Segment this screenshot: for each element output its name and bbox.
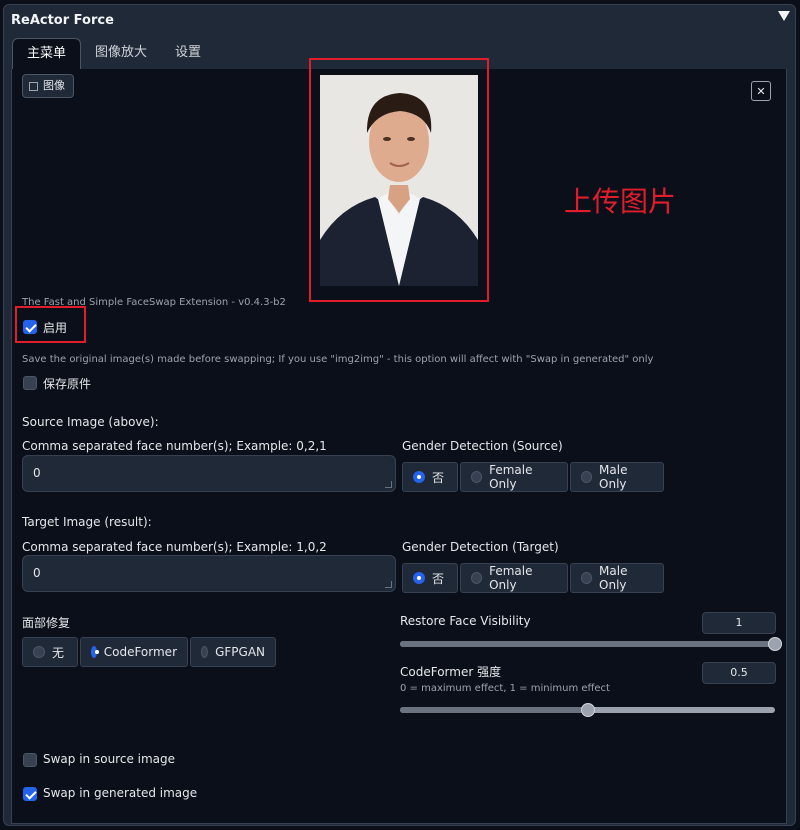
source-faces-label: Comma separated face number(s); Example:… (22, 439, 327, 453)
face-restore-option-none[interactable]: 无 (22, 637, 78, 667)
codeformer-weight-label: CodeFormer 强度 (400, 665, 502, 679)
codeformer-weight-slider[interactable] (400, 703, 775, 717)
target-gender-label: Gender Detection (Target) (402, 540, 559, 554)
target-faces-label: Comma separated face number(s); Example:… (22, 540, 327, 554)
tab-settings[interactable]: 设置 (161, 38, 215, 70)
radio-dot-icon (413, 572, 425, 584)
radio-dot-icon (581, 471, 593, 483)
codeformer-weight-hint: 0 = maximum effect, 1 = minimum effect (400, 683, 610, 694)
restore-visibility-label: Restore Face Visibility (400, 614, 531, 628)
collapse-icon[interactable] (778, 11, 790, 21)
option-label: GFPGAN (215, 645, 265, 659)
tab-upscale[interactable]: 图像放大 (81, 38, 161, 70)
image-icon (29, 81, 38, 91)
target-gender-option-male[interactable]: Male Only (570, 563, 664, 593)
panel-title: ReActor Force (11, 13, 114, 28)
codeformer-weight-input[interactable]: 0.5 (702, 662, 776, 684)
clear-image-button[interactable]: ✕ (751, 81, 771, 101)
swap-generated-label: Swap in generated image (43, 786, 198, 800)
option-label: 否 (432, 470, 445, 485)
source-heading: Source Image (above): (22, 415, 159, 429)
source-faces-value: 0 (33, 466, 41, 480)
image-label-text: 图像 (43, 79, 65, 92)
restore-visibility-slider[interactable] (400, 637, 782, 651)
swap-source-checkbox[interactable] (23, 753, 37, 767)
save-original-label: 保存原件 (43, 377, 92, 391)
swap-generated-checkbox[interactable] (23, 787, 37, 801)
option-label: Female Only (489, 463, 533, 491)
resize-grip-icon[interactable] (385, 581, 392, 588)
radio-dot-icon (471, 572, 483, 584)
face-restore-label: 面部修复 (22, 616, 71, 630)
source-gender-label: Gender Detection (Source) (402, 439, 563, 453)
radio-dot-icon (91, 646, 99, 658)
resize-grip-icon[interactable] (385, 481, 392, 488)
source-gender-radio-group: 否 Female Only Male Only (402, 462, 666, 492)
radio-dot-icon (413, 471, 425, 483)
option-label: 无 (52, 645, 65, 660)
restore-visibility-input[interactable]: 1 (702, 612, 776, 634)
option-label: Female Only (489, 564, 533, 592)
slider-fill (400, 707, 588, 713)
slider-thumb[interactable] (768, 637, 782, 651)
tab-main-menu[interactable]: 主菜单 (12, 38, 82, 70)
source-gender-option-male[interactable]: Male Only (570, 462, 664, 492)
annotation-enable-box (15, 306, 86, 343)
target-gender-option-female[interactable]: Female Only (460, 563, 568, 593)
radio-dot-icon (33, 646, 45, 658)
save-original-note: Save the original image(s) made before s… (22, 354, 654, 365)
target-gender-radio-group: 否 Female Only Male Only (402, 563, 666, 593)
tab-bar: 主菜单 图像放大 设置 (12, 38, 215, 70)
target-faces-input[interactable]: 0 (22, 555, 396, 592)
save-original-checkbox[interactable] (23, 376, 37, 390)
radio-dot-icon (201, 646, 209, 658)
option-label: CodeFormer (103, 645, 177, 659)
source-gender-option-female[interactable]: Female Only (460, 462, 568, 492)
source-gender-option-none[interactable]: 否 (402, 462, 458, 492)
radio-dot-icon (471, 471, 483, 483)
swap-source-label: Swap in source image (43, 752, 176, 766)
target-gender-option-none[interactable]: 否 (402, 563, 458, 593)
option-label: Male Only (599, 463, 628, 491)
target-faces-value: 0 (33, 566, 41, 580)
option-label: 否 (432, 571, 445, 586)
slider-thumb[interactable] (580, 703, 595, 717)
target-heading: Target Image (result): (22, 515, 152, 529)
face-restore-radio-group: 无 CodeFormer GFPGAN (22, 637, 278, 667)
annotation-photo-box (309, 58, 489, 302)
radio-dot-icon (581, 572, 593, 584)
option-label: Male Only (599, 564, 628, 592)
upload-hint-annotation: 上传图片 (564, 185, 677, 218)
image-label: 图像 (22, 74, 74, 98)
face-restore-option-gfpgan[interactable]: GFPGAN (190, 637, 276, 667)
face-restore-option-codeformer[interactable]: CodeFormer (80, 637, 188, 667)
source-faces-input[interactable]: 0 (22, 455, 396, 492)
slider-fill (400, 641, 775, 647)
